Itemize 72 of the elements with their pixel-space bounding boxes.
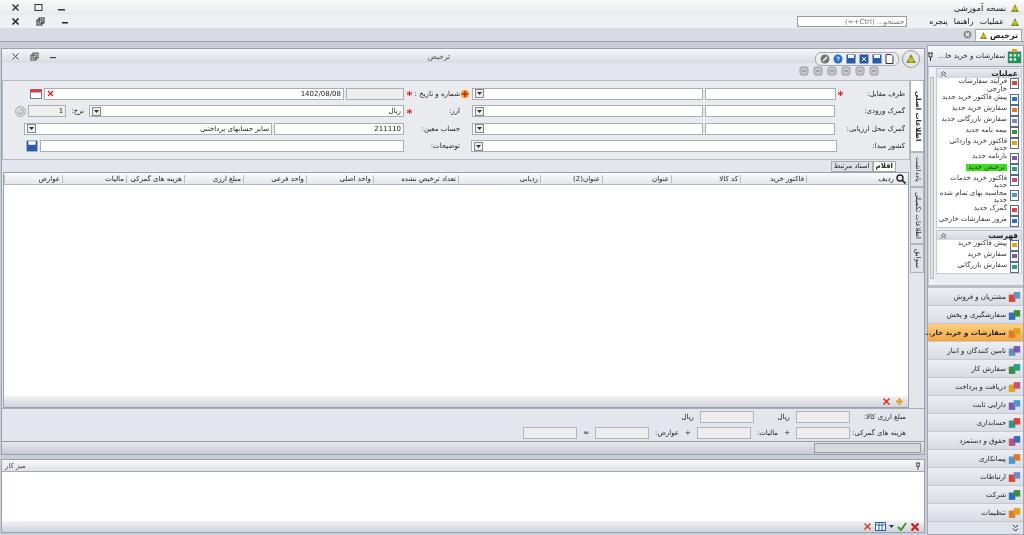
tiles-icon [1008,416,1021,429]
search-icon[interactable] [896,173,906,184]
amount-field [700,411,754,423]
code-field[interactable] [705,87,836,100]
close-icon[interactable] [11,51,20,61]
app-logo-icon[interactable] [902,50,920,68]
app-logo-icon [979,30,989,40]
tiles-icon [1008,434,1021,447]
delete-icon[interactable] [882,397,891,406]
tiles-icon [1008,470,1021,483]
pin-icon[interactable] [915,461,921,470]
tiles-icon [1008,344,1021,357]
tiles-icon [1008,308,1021,321]
delete-icon[interactable] [910,521,920,532]
restore-icon[interactable] [30,51,39,61]
restore-icon[interactable] [36,17,45,26]
menu-item[interactable]: پنجره [929,17,948,26]
app-logo-icon [1010,2,1020,13]
clear-icon[interactable] [47,90,54,97]
notes-field[interactable] [40,140,404,153]
amount-field [523,427,578,439]
add-icon[interactable] [460,88,470,99]
amount-field [796,427,850,439]
save-icon[interactable] [26,140,38,153]
caret-icon[interactable] [94,109,99,113]
tiles-icon [1008,488,1021,501]
building-icon [1007,48,1022,64]
tiles-icon [1008,326,1021,339]
document-tab[interactable]: ترخیص [975,28,1022,41]
tiles-icon [1008,362,1021,375]
app-title: نسخه آموزشی [953,2,1006,13]
check-icon[interactable] [897,522,907,531]
collapse-icon[interactable] [940,70,947,78]
amount-field [595,427,650,439]
save-icon[interactable] [872,54,882,64]
tiles-icon [1008,380,1021,393]
lookup-field[interactable] [471,140,837,153]
collapse-icon[interactable] [940,232,947,240]
caret-icon[interactable] [29,127,34,131]
save-icon[interactable] [846,54,856,64]
chevron-down-icon[interactable] [1012,524,1019,532]
caret-icon[interactable] [476,109,482,113]
code-field[interactable] [705,105,836,118]
close-icon[interactable] [11,3,20,12]
close-icon[interactable] [11,17,20,26]
tiles-icon [1008,290,1021,303]
tiles-icon [1008,398,1021,411]
caret-icon[interactable] [476,144,482,148]
number-field[interactable] [346,87,404,100]
required-mark [837,91,844,96]
save-close-icon[interactable] [859,54,869,64]
caret-icon[interactable] [476,127,482,131]
scrollbar[interactable] [928,67,935,286]
amount-field [796,411,850,423]
table-icon[interactable] [875,522,886,531]
new-document-icon[interactable] [885,54,894,64]
lookup-field[interactable] [472,87,704,100]
amount-field [696,427,751,439]
caret-icon[interactable] [889,525,894,528]
tiles-icon [1008,452,1021,465]
caret-icon[interactable] [477,92,482,95]
help-icon[interactable] [833,54,843,64]
tiles-icon [1008,506,1021,519]
maximize-icon[interactable] [34,3,43,12]
menu-item[interactable]: راهنما [953,17,974,26]
lookup-field[interactable] [471,105,704,118]
lookup-field[interactable] [471,122,704,135]
calendar-icon[interactable] [30,88,42,99]
code-field[interactable] [705,122,836,135]
menu-item[interactable]: عملیات [979,17,1004,26]
pin-icon[interactable] [927,51,935,61]
app-logo-icon [1010,16,1020,27]
